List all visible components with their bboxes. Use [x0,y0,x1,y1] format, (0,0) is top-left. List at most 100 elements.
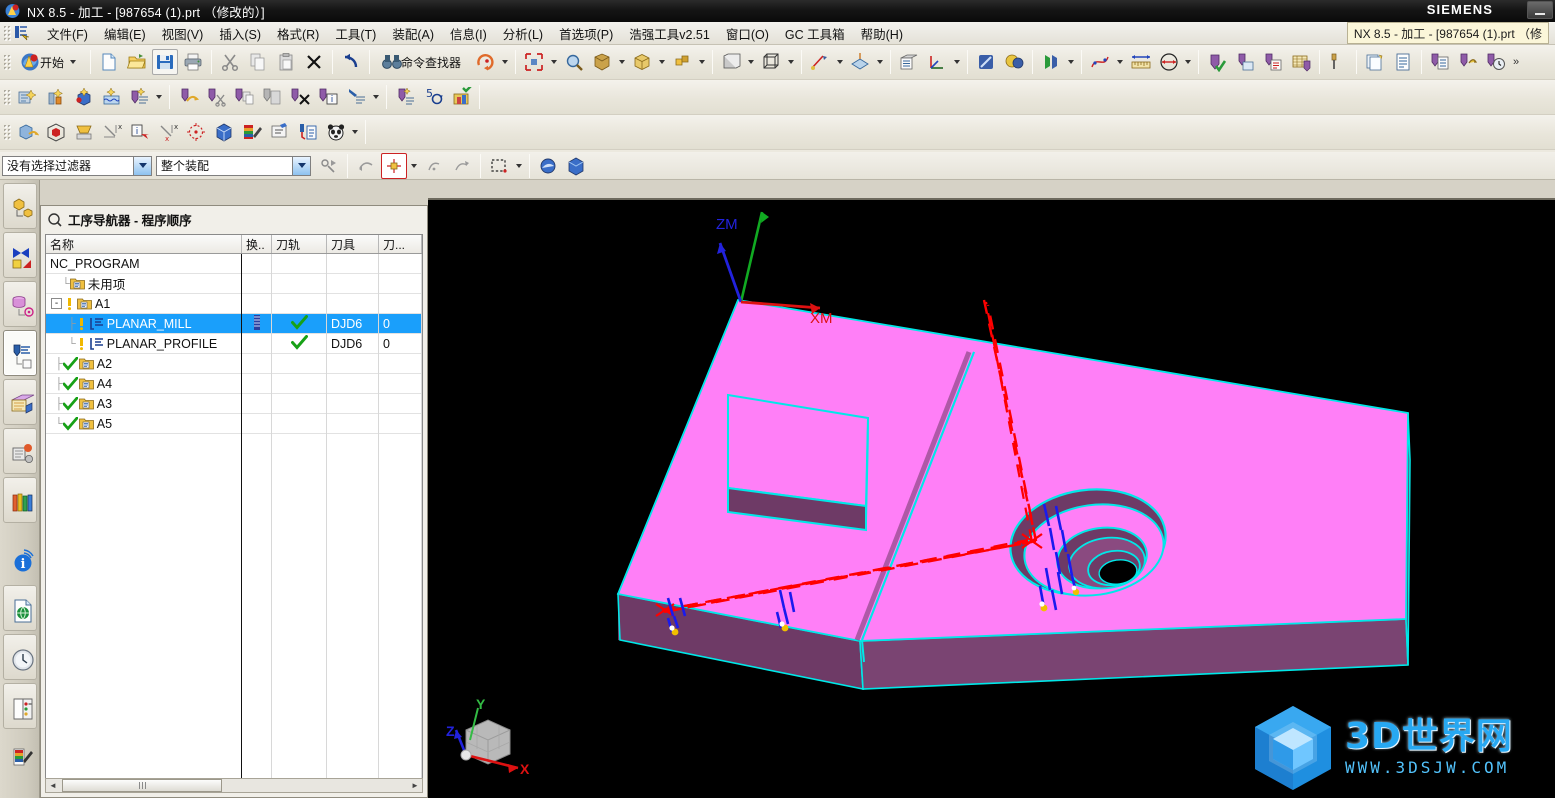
column-tool[interactable]: 刀具 [327,235,379,253]
snap-quadrant-button[interactable] [449,153,475,179]
copy-button[interactable] [245,49,271,75]
table-row[interactable]: └ 未用项 [46,273,422,294]
menu-format[interactable]: 格式(R) [269,22,327,45]
table-row[interactable]: └ PLANAR_PROFILE DJD6 0 [46,333,422,354]
wireframe-button[interactable] [758,49,784,75]
pan-button[interactable] [629,49,655,75]
chevron-down-icon[interactable] [659,60,666,64]
render-paint-button[interactable] [238,119,264,145]
menu-view[interactable]: 视图(V) [154,22,212,45]
part-navigator[interactable] [2,281,37,327]
simulate-button[interactable] [1260,49,1286,75]
extract-button[interactable] [70,119,96,145]
circle-target-button[interactable] [182,119,208,145]
tree-node-a2[interactable]: ├ A2 [46,353,242,374]
column-toolpath[interactable]: 刀轨 [272,235,327,253]
cut-button[interactable] [217,49,243,75]
toolpath-info-button[interactable]: i [315,84,341,110]
assembly-navigator[interactable] [2,183,37,229]
fit-view-button[interactable] [521,49,547,75]
zoom-button[interactable] [561,49,587,75]
chevron-down-icon[interactable] [133,156,151,175]
verify-toolpath-button2[interactable] [343,84,369,110]
post-process-button[interactable]: 5 [420,84,446,110]
save-button[interactable] [152,49,179,75]
toolbar-utility-grip[interactable] [3,123,11,141]
menu-insert[interactable]: 插入(S) [211,22,269,45]
shop-doc-button[interactable] [1288,49,1314,75]
selection-scope-combo[interactable]: 整个装配 [156,155,311,176]
shop-doc-button2[interactable] [448,84,474,110]
table-row[interactable]: NC_PROGRAM [46,253,422,274]
point-on-face-button[interactable] [381,152,407,179]
rectangle-select-button[interactable] [486,153,512,179]
datum-plane-button[interactable] [847,49,873,75]
selection-filter-combo[interactable]: 没有选择过滤器 [2,155,152,176]
measure-diameter-button[interactable] [1155,49,1181,75]
collapse-expander[interactable]: - [51,298,62,309]
op-list-button[interactable] [1427,49,1453,75]
move-object-button[interactable] [14,119,40,145]
menu-preferences[interactable]: 首选项(P) [551,22,621,45]
undo-button[interactable] [338,49,364,75]
tree-node-root[interactable]: NC_PROGRAM [46,253,242,274]
section-button[interactable] [1038,49,1064,75]
tree-node-a3[interactable]: ├ A3 [46,393,242,414]
chevron-down-icon[interactable] [292,156,310,175]
cut-toolpath-button[interactable] [203,84,229,110]
scroll-right-icon[interactable]: ► [408,779,422,792]
paste-toolpath-button[interactable] [259,84,285,110]
chevron-down-icon[interactable] [748,60,755,64]
table-row[interactable]: ├ A2 [46,353,422,374]
tool-display-button[interactable] [1325,49,1351,75]
column-name[interactable]: 名称 [46,235,242,253]
wcs-button[interactable] [924,49,950,75]
analysis-button[interactable] [1087,49,1113,75]
hd3d-tools[interactable] [2,428,37,474]
column-toolchange[interactable]: 换.. [242,235,272,253]
create-workpiece-button[interactable] [98,84,124,110]
create-program-button[interactable] [14,84,40,110]
menu-analysis[interactable]: 分析(L) [495,22,551,45]
create-operation-button[interactable] [126,84,152,110]
table-row[interactable]: └ A5 [46,413,422,434]
graphics-viewport[interactable]: ZM XM Z Y X 3D世界网 WWW.3DSJW.COM [428,200,1555,798]
system-materials[interactable] [2,477,37,523]
toolbar-standard-grip[interactable] [3,53,11,71]
chevron-down-icon[interactable] [516,163,522,168]
document-tab[interactable]: NX 8.5 - 加工 - [987654 (1).prt （修 [1346,22,1549,44]
toolbar-overflow-chevron[interactable]: » [1510,56,1522,68]
table-row[interactable]: ├ PLANAR_MILL DJD6 0 [46,313,422,334]
command-finder-button[interactable]: 命令查找器 [375,49,470,75]
tree-node-planar-mill[interactable]: ├ PLANAR_MILL [46,313,242,334]
chevron-down-icon[interactable] [699,60,706,64]
list-view-button[interactable] [896,49,922,75]
table-row[interactable]: ├ A4 [46,373,422,394]
chevron-down-icon[interactable] [619,60,626,64]
chevron-down-icon[interactable] [837,60,844,64]
table-row[interactable]: ├ A3 [46,393,422,414]
tree-node-unused[interactable]: └ 未用项 [46,273,242,294]
operation-navigator[interactable] [2,330,37,376]
measure-list-button[interactable] [294,119,320,145]
history[interactable] [2,634,37,680]
redo-dropdown-chevron-icon[interactable] [502,60,509,64]
new-file-button[interactable] [96,49,122,75]
table-row[interactable]: - A1 [46,293,422,314]
roles[interactable] [3,732,37,778]
verify-button[interactable] [1232,49,1258,75]
scrollbar-thumb[interactable] [62,779,222,792]
menu-haoqiang-tools[interactable]: 浩强工具v2.51 [621,22,718,45]
template-button[interactable] [1362,49,1388,75]
block-button[interactable] [210,119,236,145]
horizontal-scrollbar[interactable]: ◄ ► [45,778,423,793]
chevron-down-icon[interactable] [1068,60,1075,64]
chevron-down-icon[interactable] [551,60,558,64]
solid-select-button[interactable] [563,153,589,179]
menu-drag-grip[interactable] [3,24,11,42]
menu-tools[interactable]: 工具(T) [327,22,384,45]
internet-explorer[interactable]: i [3,536,37,582]
generate-toolpath-button[interactable] [175,84,201,110]
panda-button[interactable] [322,119,348,145]
material-button[interactable] [973,49,999,75]
